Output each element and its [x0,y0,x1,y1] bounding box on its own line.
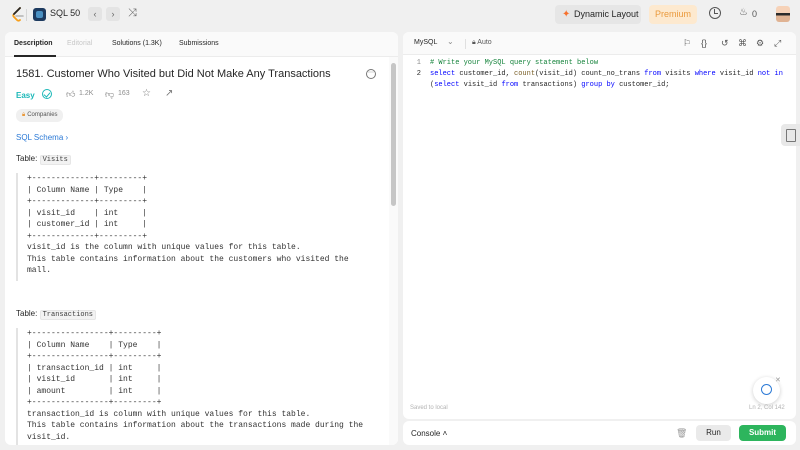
more-options-icon[interactable]: ⋯ [366,69,376,79]
code-comment: # Write your MySQL query statement below [430,59,599,67]
code-token: from [501,81,519,89]
lock-icon: 🔒︎ [22,112,26,118]
code-token: select [430,70,456,78]
console-toggle[interactable]: Console ˄ [411,429,447,438]
dynamic-layout-label: Dynamic Layout [574,9,639,19]
sql-schema-link[interactable]: SQL Schema › [16,133,68,142]
code-token: customer_id; [614,81,670,89]
code-line-1: # Write your MySQL query statement below [430,58,790,69]
code-token: not in [757,70,783,78]
tab-solutions[interactable]: Solutions (1.3K) [112,40,162,47]
chat-icon [761,384,772,395]
table-label: Table: [16,154,38,163]
leetcode-logo-icon[interactable] [11,7,25,23]
visits-schema-block: +-------------+---------+ | Column Name … [16,173,354,281]
line-number: 2 [416,70,421,78]
sparkle-icon: ✦ [562,9,571,20]
study-plan-icon[interactable] [33,8,46,21]
table-visits-heading: Table: Visits [16,154,71,165]
chevron-up-icon: ˄ [442,429,448,438]
streak-fire-icon[interactable]: ♨ [739,7,748,18]
star-icon[interactable]: ☆ [142,88,151,99]
saved-status: Saved to local [410,405,448,411]
thumbs-down-icon[interactable]: 👎︎ [105,89,114,100]
description-tabs: Description Editorial Solutions (1.3K) S… [5,32,398,57]
difficulty-badge: Easy [16,91,35,100]
autosave-toggle[interactable]: 🔒︎ Auto [472,39,492,47]
next-problem-button[interactable]: › [106,7,120,21]
notes-side-tab-icon[interactable] [781,124,800,146]
toolbar-divider [465,39,466,49]
nav-divider [26,9,27,21]
dislikes-count: 163 [118,90,130,97]
code-token: select [434,81,460,89]
trash-icon[interactable]: 🗑︎ [676,428,687,439]
problem-title: 1581. Customer Who Visited but Did Not M… [16,68,331,80]
console-label: Console [411,429,441,438]
dynamic-layout-button[interactable]: ✦ Dynamic Layout [555,5,641,24]
settings-gear-icon[interactable]: ⚙ [756,37,764,49]
line-number: 1 [416,59,421,67]
share-icon[interactable]: ↗ [165,88,173,99]
prev-problem-button[interactable]: ‹ [88,7,102,21]
shortcut-icon[interactable]: ⌘ [738,37,747,49]
description-panel: Description Editorial Solutions (1.3K) S… [5,32,398,445]
code-token: from [644,70,662,78]
active-tab-indicator [14,55,56,57]
cursor-position: Ln 2, Col 142 [749,405,785,411]
code-token: where [694,70,716,78]
chevron-right-icon: › [65,133,69,142]
braces-icon[interactable]: {} [701,37,707,49]
editor-toolbar: MySQL ⌄ 🔒︎ Auto ⚐ {} ↺ ⌘ ⚙ ⤢ [403,32,796,55]
table-transactions-heading: Table: Transactions [16,309,97,320]
study-plan-breadcrumb[interactable]: SQL 50 [50,8,80,18]
premium-button[interactable]: Premium [649,5,697,24]
code-token: customer_id, [455,70,515,78]
sql-schema-label: SQL Schema [16,133,64,142]
table-name: Visits [39,155,71,165]
transactions-schema-block: +----------------+---------+ | Column Na… [16,328,363,445]
reset-icon[interactable]: ↺ [721,37,729,49]
line-number-gutter: 1 2 [416,58,421,80]
console-bar: Console ˄ 🗑︎ Run Submit [403,421,796,445]
code-token: visits [661,70,695,78]
likes-count: 1.2K [79,90,94,97]
table-name: Transactions [39,310,97,320]
code-token: count [514,70,536,78]
scrollbar-thumb[interactable] [391,63,396,206]
companies-label: Companies [27,112,58,118]
companies-tag[interactable]: 🔒︎ Companies [16,109,63,122]
tab-submissions[interactable]: Submissions [179,40,219,47]
avatar[interactable] [776,6,790,22]
chevron-down-icon[interactable]: ⌄ [447,37,454,46]
bookmark-icon[interactable]: ⚐ [683,37,691,49]
submit-button[interactable]: Submit [739,425,786,441]
run-button[interactable]: Run [696,425,731,441]
code-token: (visit_id) count_no_trans [535,70,645,78]
thumbs-up-icon[interactable]: 👍︎ [66,89,75,100]
top-navbar: SQL 50 ‹ › ⤨ ✦ Dynamic Layout Premium ♨ … [0,0,800,30]
close-icon[interactable]: ✕ [775,376,781,384]
fullscreen-icon[interactable]: ⤢ [774,37,781,49]
autosave-label: Auto [477,39,492,46]
code-editor[interactable]: # Write your MySQL query statement below… [430,58,790,91]
code-line-2-wrap: (select visit_id from transactions) grou… [430,80,790,91]
solved-check-icon [42,89,52,99]
alarm-clock-icon[interactable] [709,7,721,19]
table-label: Table: [16,309,38,318]
tab-editorial[interactable]: Editorial [67,40,92,47]
language-select[interactable]: MySQL [414,39,437,46]
streak-count: 0 [752,9,758,19]
panel-resize-handle[interactable] [399,210,401,224]
code-token: visit_id [459,81,502,89]
code-editor-panel: MySQL ⌄ 🔒︎ Auto ⚐ {} ↺ ⌘ ⚙ ⤢ 1 2 # Write… [403,32,796,419]
tab-description[interactable]: Description [14,40,53,47]
lock-icon: 🔒︎ [472,39,476,46]
code-line-2: select customer_id, count(visit_id) coun… [430,69,790,80]
code-token: transactions) [518,81,582,89]
code-token: visit_id [715,70,758,78]
code-token: group by [581,81,615,89]
shuffle-icon[interactable]: ⤨ [128,7,137,20]
